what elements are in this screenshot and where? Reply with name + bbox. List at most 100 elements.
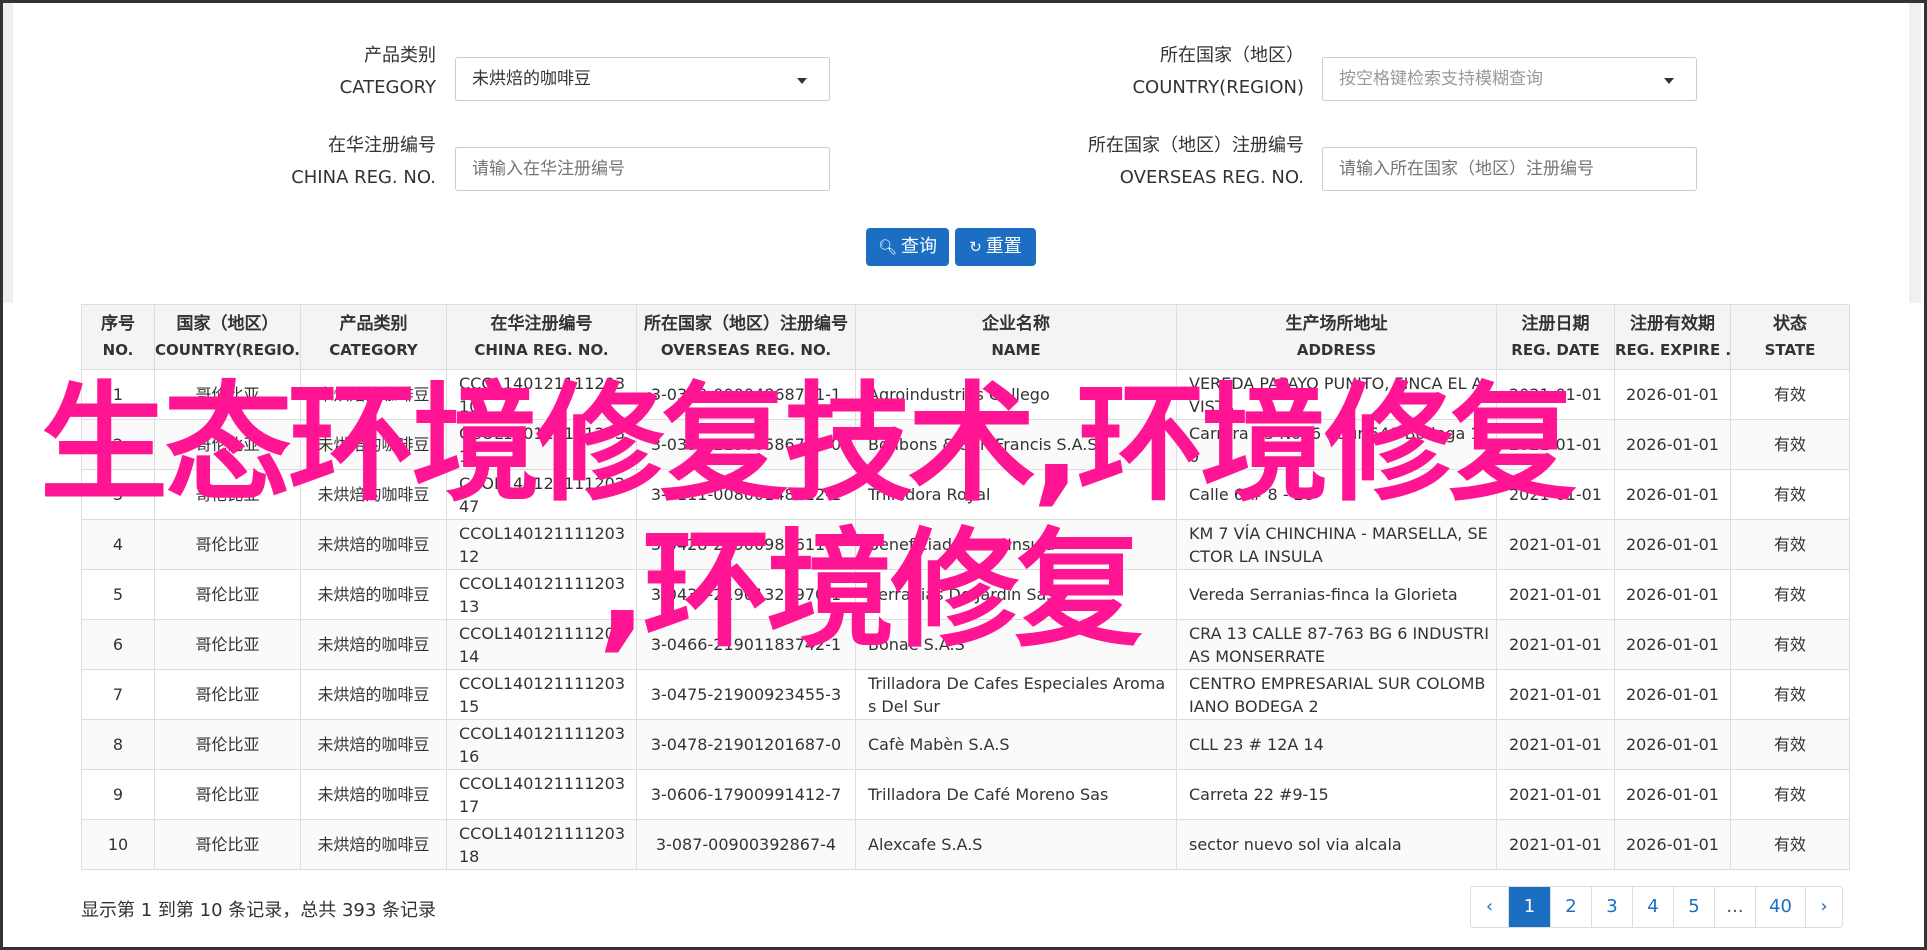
overseas-reg-label-en: OVERSEAS REG. NO. bbox=[1119, 167, 1304, 188]
china-reg-input[interactable] bbox=[455, 147, 830, 191]
column-header[interactable]: 注册有效期 REG. EXPIRE ... bbox=[1614, 304, 1731, 370]
cell-reg-date: 2021-01-01 bbox=[1496, 519, 1615, 570]
cell-expire: 2026-01-01 bbox=[1614, 619, 1731, 670]
cell-overseas-reg: 3-0430-21901323970-1 bbox=[636, 569, 856, 620]
cell-category: 未烘焙的咖啡豆 bbox=[300, 519, 447, 570]
overseas-reg-input[interactable] bbox=[1322, 147, 1697, 191]
category-label-cn: 产品类别 bbox=[364, 45, 436, 66]
cell-category: 未烘焙的咖啡豆 bbox=[300, 569, 447, 620]
cell-china-reg: CCOL14012111120314 bbox=[446, 619, 637, 670]
left-scroll-strip bbox=[3, 3, 13, 303]
cell-no: 8 bbox=[81, 719, 155, 770]
cell-country: 哥伦比亚 bbox=[154, 519, 301, 570]
cell-china-reg: CCOL14012111120318 bbox=[446, 819, 637, 870]
cell-china-reg: CCOL14012111120317 bbox=[446, 769, 637, 820]
column-header[interactable]: 所在国家（地区）注册编号 OVERSEAS REG. NO. bbox=[636, 304, 856, 370]
right-scrollbar[interactable] bbox=[1909, 3, 1921, 303]
cell-no: 9 bbox=[81, 769, 155, 820]
cell-china-reg: CCOL14012111120312 bbox=[446, 519, 637, 570]
cell-china-reg: CCOL14012111120315 bbox=[446, 669, 637, 720]
cell-state: 有效 bbox=[1730, 619, 1850, 670]
table-row[interactable]: 4 哥伦比亚 未烘焙的咖啡豆 CCOL14012111120312 3-0428-219… bbox=[81, 519, 1850, 570]
table-row[interactable]: 7 哥伦比亚 未烘焙的咖啡豆 CCOL14012111120315 3-0475-219… bbox=[81, 669, 1850, 720]
column-header-en: CATEGORY bbox=[329, 341, 418, 359]
column-header-en: CHINA REG. NO. bbox=[474, 341, 609, 359]
table-row[interactable]: 10 哥伦比亚 未烘焙的咖啡豆 CCOL14012111120318 3-087-009… bbox=[81, 819, 1850, 870]
cell-address: Carreta 22 #9-15 bbox=[1176, 769, 1497, 820]
china-reg-label-en: CHINA REG. NO. bbox=[291, 167, 436, 188]
table-row[interactable]: 5 哥伦比亚 未烘焙的咖啡豆 CCOL14012111120313 3-0430-219… bbox=[81, 569, 1850, 620]
country-select[interactable]: 按空格键检索支持模糊查询 bbox=[1322, 57, 1697, 101]
records-summary: 显示第 1 到第 10 条记录，总共 393 条记录 bbox=[81, 900, 437, 921]
pagination-prev-button[interactable]: ‹ bbox=[1471, 887, 1509, 927]
cell-address: Carrera 33 No. 6 - Sur 540 Bodega 10 bbox=[1176, 419, 1497, 470]
cell-name: Bonae S.A.S bbox=[855, 619, 1177, 670]
pagination-page-button[interactable]: 2 bbox=[1551, 887, 1592, 927]
cell-address: Vereda Serranias-finca la Glorieta bbox=[1176, 569, 1497, 620]
cell-country: 哥伦比亚 bbox=[154, 419, 301, 470]
column-header[interactable]: 国家（地区） COUNTRY(REGIO... bbox=[154, 304, 301, 370]
cell-expire: 2026-01-01 bbox=[1614, 369, 1731, 420]
table-row[interactable]: 3 哥伦比亚 未烘焙的咖啡豆 CCOL14012111120247 3-0111-008… bbox=[81, 469, 1850, 520]
cell-state: 有效 bbox=[1730, 419, 1850, 470]
cell-china-reg: CCOL14012111120313 bbox=[446, 569, 637, 620]
table-body: 1 哥伦比亚 未烘焙的咖啡豆 CCOL14012111120310 3-0390-000… bbox=[81, 369, 1850, 870]
cell-reg-date: 2021-01-01 bbox=[1496, 369, 1615, 420]
cell-reg-date: 2021-01-01 bbox=[1496, 669, 1615, 720]
pagination-next-button[interactable]: › bbox=[1806, 887, 1842, 927]
cell-category: 未烘焙的咖啡豆 bbox=[300, 419, 447, 470]
overseas-reg-label: 所在国家（地区）注册编号 OVERSEAS REG. NO. bbox=[1060, 130, 1304, 194]
pagination-page-button[interactable]: 3 bbox=[1592, 887, 1633, 927]
search-button-label: 查询 bbox=[901, 236, 938, 257]
category-select-value: 未烘焙的咖啡豆 bbox=[472, 69, 591, 89]
cell-country: 哥伦比亚 bbox=[154, 469, 301, 520]
column-header-cn: 生产场所地址 bbox=[1285, 314, 1388, 334]
cell-reg-date: 2021-01-01 bbox=[1496, 769, 1615, 820]
column-header-en: COUNTRY(REGIO... bbox=[155, 341, 300, 359]
cell-expire: 2026-01-01 bbox=[1614, 519, 1731, 570]
cell-address: Calle 6 # 8 - 28 bbox=[1176, 469, 1497, 520]
column-header-cn: 在华注册编号 bbox=[490, 314, 593, 334]
column-header-en: REG. EXPIRE ... bbox=[1615, 341, 1730, 359]
column-header[interactable]: 注册日期 REG. DATE bbox=[1496, 304, 1615, 370]
cell-address: CRA 13 CALLE 87-763 BG 6 INDUSTRIAS MONS… bbox=[1176, 619, 1497, 670]
cell-expire: 2026-01-01 bbox=[1614, 819, 1731, 870]
pagination-page-button[interactable]: 1 bbox=[1509, 887, 1551, 927]
country-label-en: COUNTRY(REGION) bbox=[1132, 77, 1304, 98]
pagination-ellipsis[interactable]: ... bbox=[1715, 887, 1756, 927]
cell-category: 未烘焙的咖啡豆 bbox=[300, 769, 447, 820]
column-header[interactable]: 序号 NO. bbox=[81, 304, 155, 370]
pagination-last-page-button[interactable]: 40 bbox=[1756, 887, 1806, 927]
column-header[interactable]: 在华注册编号 CHINA REG. NO. bbox=[446, 304, 637, 370]
cell-expire: 2026-01-01 bbox=[1614, 769, 1731, 820]
table-row[interactable]: 6 哥伦比亚 未烘焙的咖啡豆 CCOL14012111120314 3-0466-219… bbox=[81, 619, 1850, 670]
table-row[interactable]: 9 哥伦比亚 未烘焙的咖啡豆 CCOL14012111120317 3-0606-179… bbox=[81, 769, 1850, 820]
cell-name: Beneficiadora La Insula bbox=[855, 519, 1177, 570]
table-row[interactable]: 2 哥伦比亚 未烘焙的咖啡豆 CCOL14012111120311 3-0392-219… bbox=[81, 419, 1850, 470]
cell-overseas-reg: 3-0475-21900923455-3 bbox=[636, 669, 856, 720]
table-row[interactable]: 1 哥伦比亚 未烘焙的咖啡豆 CCOL14012111120310 3-0390-000… bbox=[81, 369, 1850, 420]
search-button[interactable]: 🔍︎ 查询 bbox=[866, 228, 949, 266]
cell-address: KM 7 VÍA CHINCHINA - MARSELLA, SECTOR LA… bbox=[1176, 519, 1497, 570]
category-label-en: CATEGORY bbox=[339, 77, 436, 98]
category-select[interactable]: 未烘焙的咖啡豆 bbox=[455, 57, 830, 101]
cell-reg-date: 2021-01-01 bbox=[1496, 469, 1615, 520]
cell-reg-date: 2021-01-01 bbox=[1496, 819, 1615, 870]
cell-state: 有效 bbox=[1730, 519, 1850, 570]
column-header[interactable]: 生产场所地址 ADDRESS bbox=[1176, 304, 1497, 370]
cell-china-reg: CCOL14012111120310 bbox=[446, 369, 637, 420]
cell-reg-date: 2021-01-01 bbox=[1496, 719, 1615, 770]
cell-country: 哥伦比亚 bbox=[154, 819, 301, 870]
column-header[interactable]: 企业名称 NAME bbox=[855, 304, 1177, 370]
pagination-page-button[interactable]: 4 bbox=[1633, 887, 1674, 927]
column-header[interactable]: 产品类别 CATEGORY bbox=[300, 304, 447, 370]
cell-expire: 2026-01-01 bbox=[1614, 419, 1731, 470]
table-row[interactable]: 8 哥伦比亚 未烘焙的咖啡豆 CCOL14012111120316 3-0478-219… bbox=[81, 719, 1850, 770]
chevron-down-icon bbox=[797, 78, 807, 84]
cell-china-reg: CCOL14012111120247 bbox=[446, 469, 637, 520]
cell-expire: 2026-01-01 bbox=[1614, 719, 1731, 770]
pagination-page-button[interactable]: 5 bbox=[1674, 887, 1715, 927]
column-header[interactable]: 状态 STATE bbox=[1730, 304, 1850, 370]
cell-overseas-reg: 3-0466-21901183742-1 bbox=[636, 619, 856, 670]
reset-button[interactable]: ↻ 重置 bbox=[955, 228, 1036, 266]
